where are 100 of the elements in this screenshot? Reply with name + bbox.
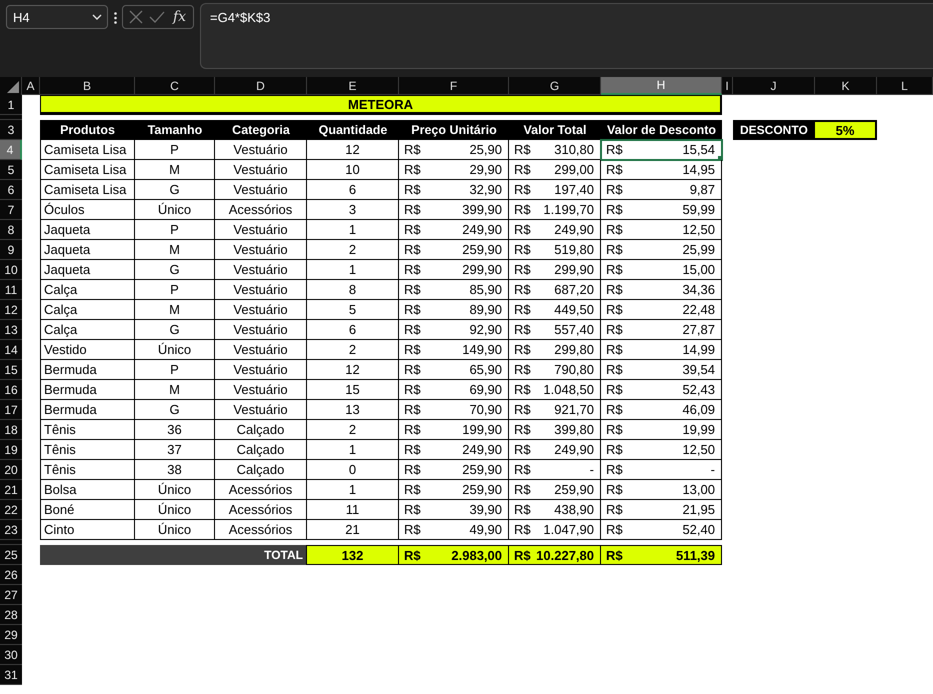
cancel-icon[interactable] — [129, 10, 143, 24]
table-cell: Calça — [40, 280, 135, 300]
column-header[interactable]: L — [877, 77, 933, 95]
table-cell: Único — [135, 200, 215, 220]
currency-label: R$ — [404, 422, 421, 437]
column-title: Tamanho — [135, 120, 215, 140]
currency-label: R$ — [514, 162, 531, 177]
table-cell: Vestuário — [215, 260, 307, 280]
table-cell: Jaqueta — [40, 260, 135, 280]
amount-value: 259,90 — [462, 482, 502, 497]
currency-label: R$ — [606, 222, 623, 237]
row-header[interactable]: 14 — [0, 340, 22, 360]
table-cell: 8 — [307, 280, 399, 300]
row-header[interactable]: 23 — [0, 520, 22, 540]
amount-value: 399,80 — [554, 422, 594, 437]
column-header[interactable]: C — [135, 77, 215, 95]
row-header[interactable]: 11 — [0, 280, 22, 300]
currency-label: R$ — [404, 142, 421, 157]
table-cell: Único — [135, 520, 215, 540]
table-cell: P — [135, 360, 215, 380]
chevron-down-icon — [92, 14, 102, 20]
table-cell: Jaqueta — [40, 220, 135, 240]
amount-value: 249,90 — [554, 442, 594, 457]
table-cell: Acessórios — [215, 520, 307, 540]
amount-value: 299,90 — [554, 262, 594, 277]
row-header[interactable]: 27 — [0, 585, 22, 605]
row-header[interactable]: 15 — [0, 360, 22, 380]
formula-field[interactable]: =G4*$K$3 — [200, 3, 933, 69]
row-header[interactable]: 1 — [0, 95, 22, 115]
amount-value: 790,80 — [554, 362, 594, 377]
row-header[interactable]: 17 — [0, 400, 22, 420]
column-header[interactable]: G — [509, 77, 601, 95]
table-cell: Vestuário — [215, 300, 307, 320]
currency-label: R$ — [404, 382, 421, 397]
amount-value: 249,90 — [462, 442, 502, 457]
row-header[interactable]: 7 — [0, 200, 22, 220]
table-cell: Vestuário — [215, 140, 307, 160]
row-header[interactable]: 4 — [0, 140, 22, 160]
table-cell: Calçado — [215, 440, 307, 460]
name-box[interactable]: H4 — [6, 5, 108, 29]
amount-value: 1.199,70 — [543, 202, 594, 217]
currency-label: R$ — [514, 442, 531, 457]
table-cell: Vestuário — [215, 320, 307, 340]
column-header[interactable]: I — [722, 77, 733, 95]
column-header[interactable]: J — [733, 77, 815, 95]
amount-value: 557,40 — [554, 322, 594, 337]
currency-label: R$ — [404, 302, 421, 317]
column-header[interactable]: D — [215, 77, 307, 95]
column-header[interactable]: B — [40, 77, 135, 95]
table-cell: 21 — [307, 520, 399, 540]
column-header[interactable]: A — [22, 77, 40, 95]
row-header[interactable]: 13 — [0, 320, 22, 340]
row-header[interactable]: 10 — [0, 260, 22, 280]
table-cell: Único — [135, 480, 215, 500]
table-cell: Calça — [40, 300, 135, 320]
amount-value: - — [710, 462, 715, 477]
insert-function-button[interactable]: fx — [173, 9, 186, 25]
row-header[interactable]: 6 — [0, 180, 22, 200]
column-header[interactable]: E — [307, 77, 399, 95]
row-header[interactable]: 25 — [0, 545, 22, 565]
currency-label: R$ — [606, 442, 623, 457]
row-header[interactable]: 31 — [0, 665, 22, 685]
row-header[interactable]: 8 — [0, 220, 22, 240]
currency-label: R$ — [606, 502, 623, 517]
row-header[interactable]: 30 — [0, 645, 22, 665]
table-cell: Vestuário — [215, 380, 307, 400]
row-header[interactable]: 16 — [0, 380, 22, 400]
currency-label: R$ — [514, 382, 531, 397]
row-header[interactable]: 5 — [0, 160, 22, 180]
table-cell: Camiseta Lisa — [40, 180, 135, 200]
row-header[interactable]: 20 — [0, 460, 22, 480]
hidden-row-header[interactable] — [0, 115, 22, 120]
hidden-row-header[interactable] — [0, 540, 22, 545]
amount-value: 32,90 — [469, 182, 502, 197]
row-header[interactable]: 26 — [0, 565, 22, 585]
checkmark-icon[interactable] — [149, 11, 165, 23]
row-header[interactable]: 28 — [0, 605, 22, 625]
row-header[interactable]: 18 — [0, 420, 22, 440]
amount-value: 199,90 — [462, 422, 502, 437]
column-header[interactable]: H — [601, 77, 722, 95]
row-header[interactable]: 22 — [0, 500, 22, 520]
table-cell: Camiseta Lisa — [40, 140, 135, 160]
table-cell: 6 — [307, 180, 399, 200]
row-header[interactable]: 21 — [0, 480, 22, 500]
table-cell: G — [135, 180, 215, 200]
row-header[interactable]: 12 — [0, 300, 22, 320]
row-header[interactable]: 29 — [0, 625, 22, 645]
row-header[interactable]: 3 — [0, 120, 22, 140]
row-header[interactable]: 9 — [0, 240, 22, 260]
currency-label: R$ — [514, 142, 531, 157]
table-cell: Tênis — [40, 440, 135, 460]
amount-value: 399,90 — [462, 202, 502, 217]
column-header[interactable]: F — [399, 77, 509, 95]
table-cell: Vestuário — [215, 360, 307, 380]
row-header[interactable]: 19 — [0, 440, 22, 460]
table-cell: Bermuda — [40, 360, 135, 380]
column-header[interactable]: K — [815, 77, 877, 95]
more-options-icon[interactable] — [114, 12, 117, 24]
select-all-icon[interactable] — [7, 81, 19, 93]
amount-value: 259,90 — [462, 242, 502, 257]
